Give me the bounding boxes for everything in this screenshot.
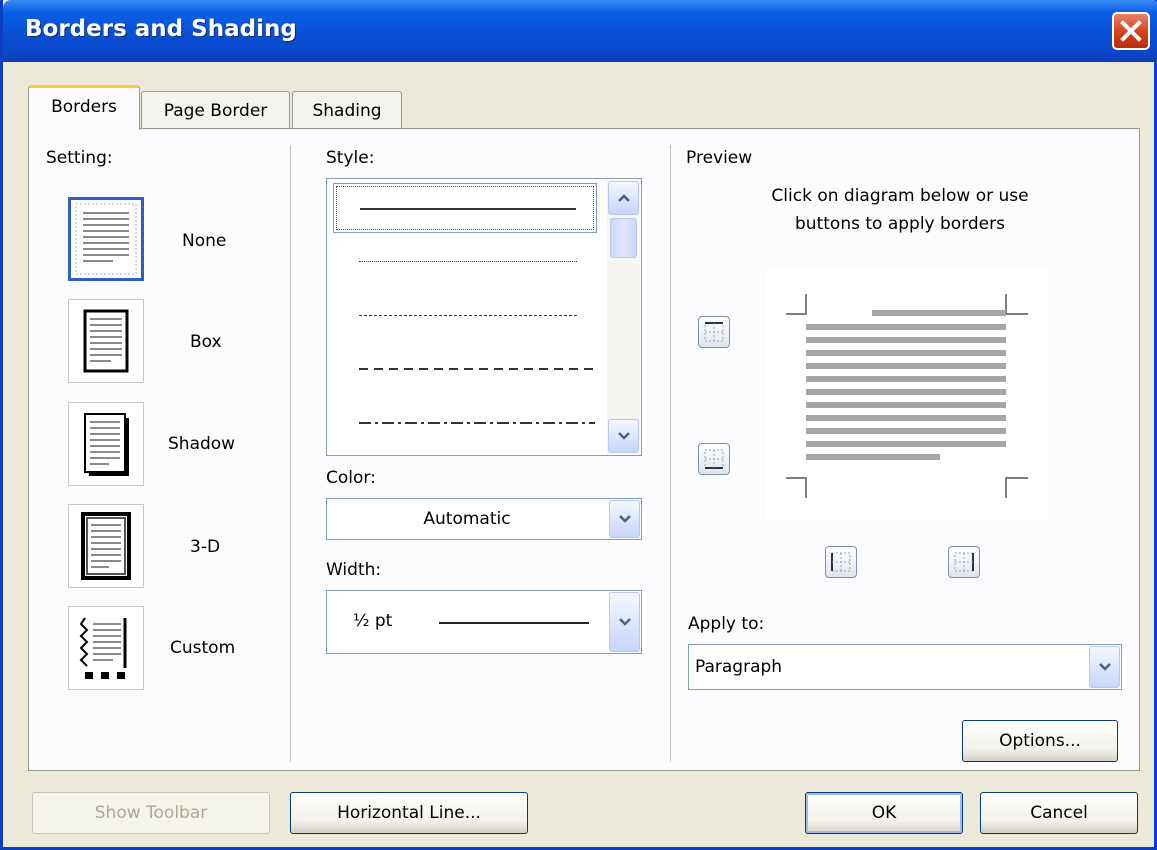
setting-box-icon [83,309,129,373]
preview-text-line [806,402,1006,408]
tab-page-border[interactable]: Page Border [141,91,290,129]
setting-box-button[interactable] [68,299,144,383]
style-solid-line [360,208,576,210]
chevron-down-icon [618,618,631,626]
style-option-dash-dot[interactable] [333,401,597,451]
preview-instruction-2: buttons to apply borders [795,214,1005,234]
chevron-down-icon [617,432,630,440]
cancel-button[interactable]: Cancel [980,792,1138,834]
color-dropdown-arrow[interactable] [609,500,640,538]
options-button[interactable]: Options... [962,720,1118,762]
style-listbox[interactable] [326,178,642,456]
show-toolbar-label: Show Toolbar [94,803,208,823]
left-border-button[interactable] [825,546,857,578]
apply-to-value: Paragraph [695,657,783,677]
preview-text-line [806,428,1006,434]
width-line-sample [439,622,589,624]
scroll-thumb[interactable] [610,218,637,258]
scroll-up-button[interactable] [608,181,639,215]
color-dropdown[interactable]: Automatic [326,498,642,540]
apply-to-dropdown[interactable]: Paragraph [688,644,1122,690]
tab-borders-label: Borders [51,97,117,117]
preview-text-line [806,363,1006,369]
chevron-up-icon [617,194,630,202]
preview-heading: Preview [686,148,753,168]
setting-box-label[interactable]: Box [190,332,222,352]
close-button[interactable] [1112,12,1150,50]
setting-shadow-icon [84,413,129,476]
setting-custom-icon [79,617,127,679]
corner-marks [786,294,1028,498]
options-button-label: Options... [999,731,1081,751]
style-heading: Style: [326,148,375,168]
show-toolbar-button[interactable]: Show Toolbar [32,792,270,834]
tab-shading[interactable]: Shading [292,91,402,129]
right-border-icon [954,552,974,572]
divider-left [290,145,291,762]
top-border-button[interactable] [698,316,730,348]
horizontal-line-label: Horizontal Line... [337,803,481,823]
chevron-down-icon [1098,663,1111,671]
setting-custom-label[interactable]: Custom [170,638,235,658]
title-bar[interactable]: Borders and Shading [3,0,1157,62]
tab-page-border-label: Page Border [163,101,268,121]
style-option-dashed[interactable] [333,345,597,395]
chevron-down-icon [618,515,631,523]
setting-custom-button[interactable] [68,606,144,690]
preview-text-line [806,415,1006,421]
preview-text-line [806,337,1006,343]
cancel-label: Cancel [1030,803,1088,823]
setting-none-icon [75,203,137,275]
close-icon [1120,20,1142,42]
style-option-dotted[interactable] [333,237,597,287]
width-dropdown-arrow[interactable] [609,592,640,652]
setting-shadow-label[interactable]: Shadow [168,434,235,454]
right-border-button[interactable] [948,546,980,578]
horizontal-line-button[interactable]: Horizontal Line... [290,792,528,834]
left-border-icon [831,552,851,572]
tab-shading-label: Shading [312,101,382,121]
color-value: Automatic [423,509,511,529]
apply-to-dropdown-arrow[interactable] [1089,646,1120,688]
apply-to-heading: Apply to: [688,614,765,634]
setting-shadow-button[interactable] [68,402,144,486]
setting-3d-icon [81,512,131,580]
style-option-solid[interactable] [333,183,597,233]
setting-none-button[interactable] [68,197,144,281]
preview-text-line [806,376,1006,382]
bottom-border-button[interactable] [698,443,730,475]
setting-3d-label[interactable]: 3-D [190,537,220,557]
preview-text-line [872,310,1006,316]
preview-text-line [806,441,1006,447]
scroll-down-button[interactable] [608,419,639,453]
preview-text-line [806,350,1006,356]
style-dashed-line [359,368,595,370]
tab-borders[interactable]: Borders [28,85,140,130]
style-dotted-line [359,261,577,262]
top-border-icon [704,322,724,342]
setting-3d-button[interactable] [68,504,144,588]
preview-text-line [806,389,1006,395]
divider-right [670,145,671,762]
ok-button[interactable]: OK [805,792,963,834]
color-heading: Color: [326,468,376,488]
style-fine-dashed-line [359,315,577,316]
style-dash-dot-line [359,422,595,424]
style-option-fine-dashed[interactable] [333,291,597,341]
dialog-title: Borders and Shading [25,16,297,42]
ok-label: OK [871,803,897,823]
preview-text-line [806,324,1006,330]
setting-none-label[interactable]: None [182,231,226,251]
preview-instruction-1: Click on diagram below or use [771,186,1029,206]
style-scrollbar[interactable] [607,180,640,454]
bottom-border-icon [704,449,724,469]
width-heading: Width: [326,560,382,580]
setting-heading: Setting: [46,148,113,168]
width-value: ½ pt [353,611,393,631]
width-dropdown[interactable]: ½ pt [326,590,642,654]
preview-text-line [806,454,940,460]
preview-diagram[interactable] [766,270,1048,520]
